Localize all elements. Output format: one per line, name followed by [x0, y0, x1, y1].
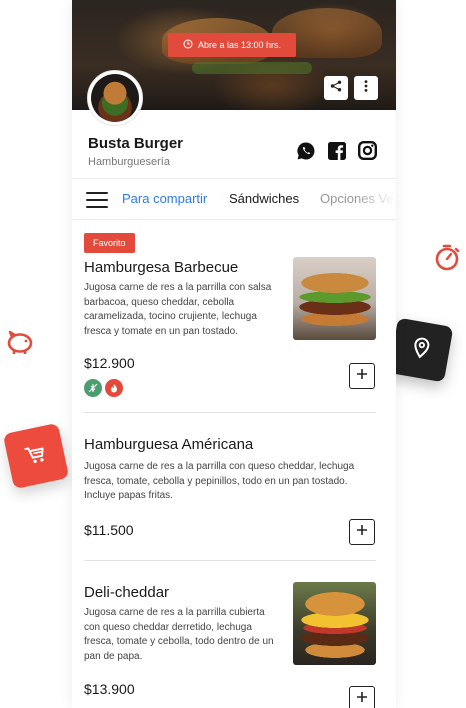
- share-button[interactable]: [324, 76, 348, 100]
- add-to-cart-button[interactable]: [349, 363, 375, 389]
- timer-icon: [432, 242, 462, 272]
- store-avatar: [87, 70, 143, 126]
- tab-para-compartir[interactable]: Para compartir: [122, 191, 207, 206]
- item-image[interactable]: [293, 257, 376, 340]
- item-price: $12.900: [84, 355, 135, 371]
- phone-screen: Abre a las 13:00 hrs. Busta Burger Hambu…: [72, 0, 396, 708]
- add-to-cart-button[interactable]: [349, 519, 375, 545]
- item-description: Jugosa carne de res a la parrilla con qu…: [84, 461, 355, 501]
- hamburger-icon-bar: [86, 206, 108, 208]
- plus-icon: [356, 367, 368, 385]
- category-tabs: Para compartir Sándwiches Opciones Veg: [72, 178, 396, 220]
- divider: [84, 412, 376, 413]
- hamburger-icon: [86, 192, 108, 194]
- item-title[interactable]: Deli-cheddar: [84, 584, 169, 601]
- hamburger-icon-bar: [86, 199, 108, 201]
- item-title[interactable]: Hamburguesa Américana: [84, 436, 253, 453]
- instagram-icon: [357, 141, 377, 165]
- cart-icon: [21, 439, 51, 472]
- item-image[interactable]: [293, 582, 376, 665]
- hours-badge: Abre a las 13:00 hrs.: [168, 33, 296, 57]
- divider: [84, 560, 376, 561]
- facebook-icon: [328, 141, 346, 165]
- whatsapp-link[interactable]: [296, 141, 316, 166]
- favorite-badge: Favorito: [84, 233, 135, 253]
- store-category: Hamburguesería: [88, 156, 170, 168]
- share-icon: [330, 79, 342, 97]
- tabs-fade-overlay: [356, 179, 396, 219]
- whatsapp-icon: [296, 141, 316, 166]
- item-price: $11.500: [84, 522, 134, 538]
- item-price: $13.900: [84, 681, 135, 697]
- item-title[interactable]: Hamburgesa Barbecue: [84, 259, 238, 276]
- spicy-icon: [105, 379, 123, 397]
- plus-icon: [356, 523, 368, 541]
- hours-text: Abre a las 13:00 hrs.: [197, 40, 282, 50]
- location-pin-icon: [409, 335, 433, 365]
- menu-button[interactable]: [86, 192, 108, 208]
- clock-icon: [183, 39, 193, 51]
- location-tile: [388, 317, 454, 383]
- add-to-cart-button[interactable]: [349, 686, 375, 708]
- more-options-button[interactable]: [354, 76, 378, 100]
- plus-icon: [356, 690, 368, 708]
- facebook-link[interactable]: [327, 141, 347, 165]
- tab-sandwiches[interactable]: Sándwiches: [229, 191, 299, 206]
- no-gluten-icon: [84, 379, 102, 397]
- more-vertical-icon: [364, 79, 368, 97]
- item-description: Jugosa carne de res a la parrilla cubier…: [84, 607, 274, 662]
- instagram-link[interactable]: [357, 141, 377, 165]
- cart-tile: [2, 422, 70, 490]
- piggy-bank-icon: [4, 328, 36, 358]
- item-description: Jugosa carne de res a la parrilla con sa…: [84, 282, 272, 337]
- store-name: Busta Burger: [88, 135, 184, 152]
